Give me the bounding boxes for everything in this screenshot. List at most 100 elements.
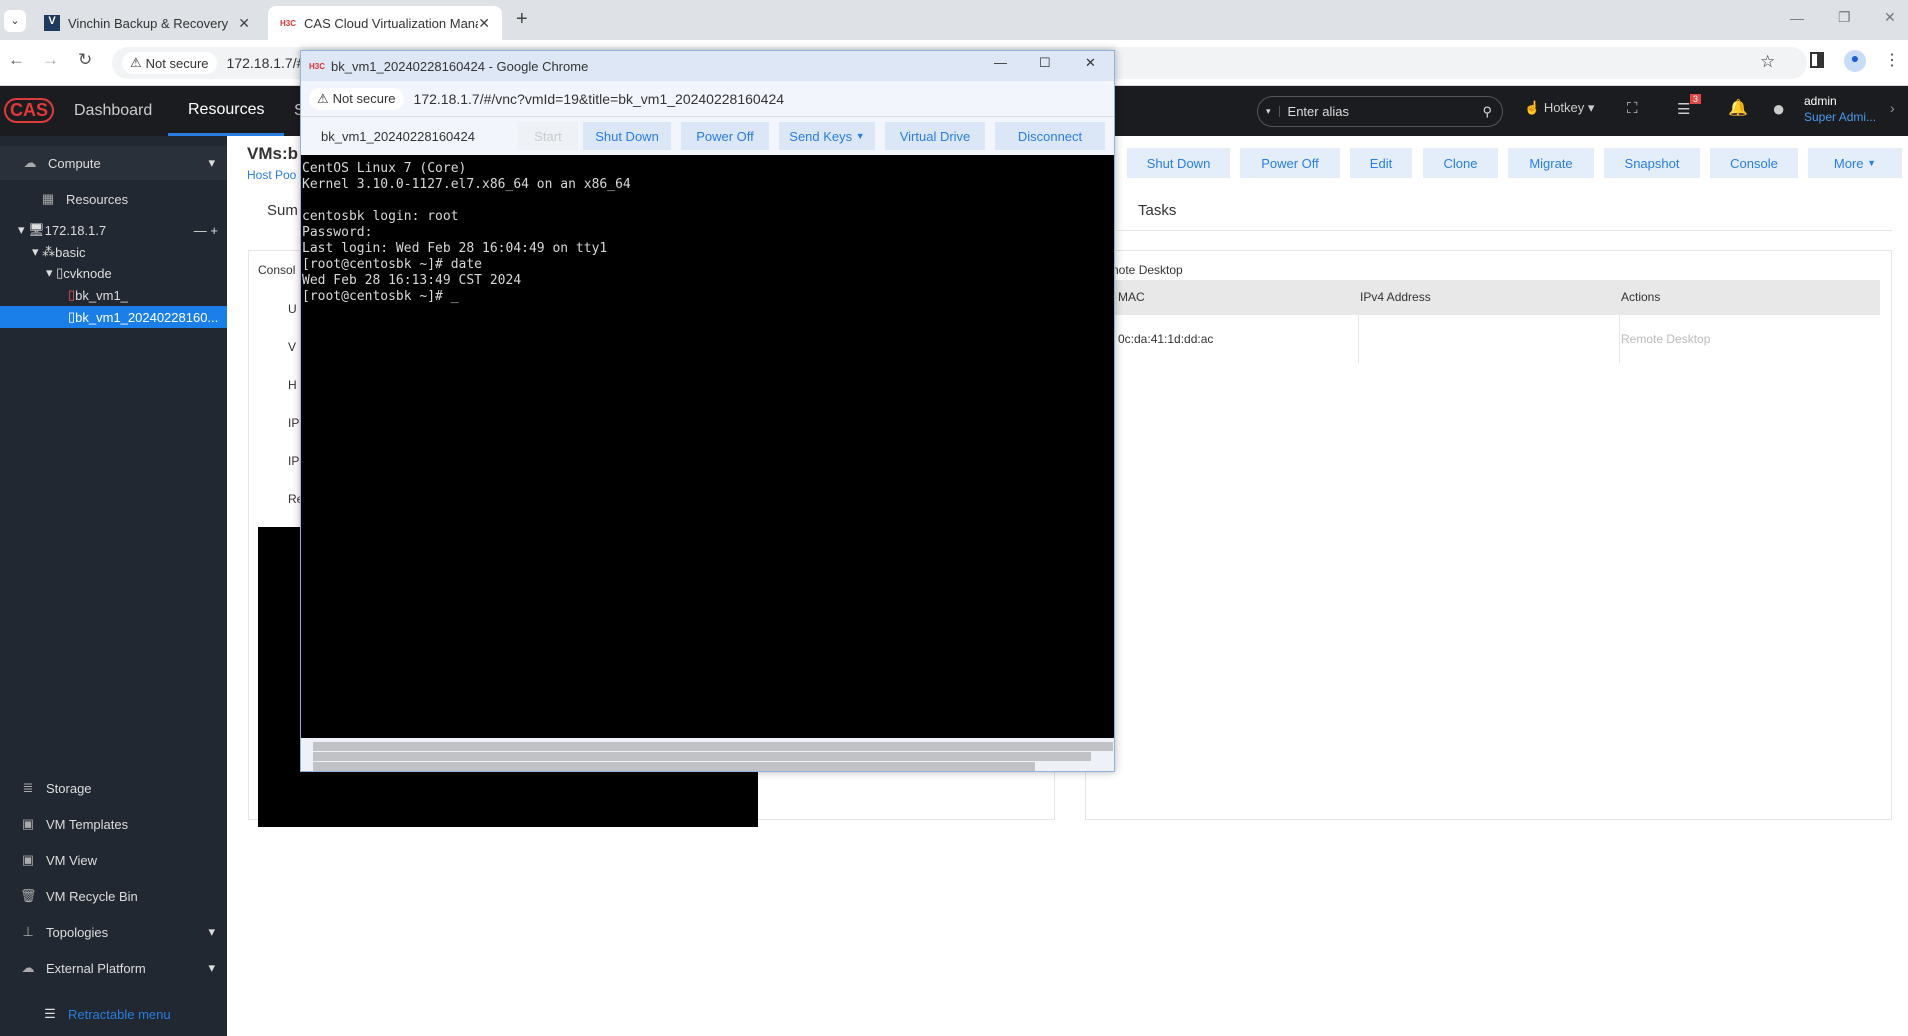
tree-vm[interactable]: ▯ bk_vm1_ [68,284,128,306]
tab-divider [1117,230,1892,231]
search-icon[interactable]: ⚲ [1482,104,1492,120]
field-label: IP [288,454,300,468]
vm-running-icon: ▯ [68,309,76,324]
server-icon: ▾ ▯ [46,265,64,280]
mac-value: 0c:da:41:1d:dd:ac [1118,332,1214,346]
scrollbar[interactable] [313,762,1035,771]
chevron-down-icon: ▾ [208,924,215,939]
new-tab-icon[interactable]: + [516,8,528,31]
minimize-icon[interactable]: — [1790,10,1804,26]
chevron-down-icon: ▼ [855,131,865,141]
url-text: 172.18.1.7/#/i [226,55,312,71]
vnc-popup-window: H3C bk_vm1_20240228160424 - Google Chrom… [300,50,1115,772]
close-window-icon[interactable]: ✕ [1884,9,1896,26]
tab-vinchin[interactable]: V Vinchin Backup & Recovery ✕ [32,6,262,40]
tree-host[interactable]: ▾ 🖥 172.18.1.7— + [18,219,218,241]
retractable-menu-button[interactable]: ☰ Retractable menu [0,997,227,1031]
scrollbar[interactable] [313,742,1113,751]
fullscreen-icon[interactable]: ⛶ [1627,100,1638,117]
more-button[interactable]: More ▼ [1808,148,1902,178]
nav-dashboard[interactable]: Dashboard [74,86,152,136]
user-avatar[interactable]: ● [1772,96,1785,122]
close-icon[interactable]: ✕ [1085,55,1096,71]
tree-node[interactable]: ▾ ▯ cvknode [46,262,112,284]
sidebar-item-storage[interactable]: ≣ Storage [0,771,227,805]
vm-stopped-icon: ▯ [68,287,76,302]
tree-cluster[interactable]: ▾ ⁂ basic [32,241,86,263]
maximize-icon[interactable]: ☐ [1039,55,1051,71]
not-secure-badge[interactable]: ⚠ Not secure [309,87,404,110]
nav-resources[interactable]: Resources [168,86,285,136]
sidebar-item-vm-templates[interactable]: ▣ VM Templates [0,807,227,841]
template-icon: ▣ [21,816,35,831]
sidebar-item-recycle-bin[interactable]: 🗑 VM Recycle Bin [0,879,227,913]
cloud-gear-icon: ☁ [21,960,35,975]
folder-icon: ▣ [21,852,35,867]
user-role: Super Admi... [1804,110,1877,124]
snapshot-button[interactable]: Snapshot [1604,148,1700,178]
tab-search-icon[interactable]: ⌄ [4,10,26,32]
virtual-drive-button[interactable]: Virtual Drive [885,122,985,150]
sidebar-item-resources[interactable]: ▦ Resources [0,182,227,216]
sidebar-item-vm-view[interactable]: ▣ VM View [0,843,227,877]
power-off-button[interactable]: Power Off [1240,148,1340,178]
search-dropdown-icon[interactable]: ▾ [1258,106,1280,117]
scrollbar[interactable] [313,752,1091,761]
tab-summary[interactable]: Sum [267,202,298,219]
bookmark-star-icon[interactable]: ☆ [1760,52,1775,72]
h3c-icon: H3C [280,18,297,28]
chevron-right-icon[interactable]: › [1890,100,1895,116]
not-secure-badge[interactable]: ⚠ Not secure [122,52,217,74]
tasks-icon[interactable]: ☰ [1677,100,1690,118]
disconnect-button[interactable]: Disconnect [995,122,1105,150]
sidebar-item-topologies[interactable]: ⊥ Topologies ▾ [0,915,227,949]
power-off-button[interactable]: Power Off [681,122,769,150]
scrollbar-area [301,738,1114,771]
popup-titlebar[interactable]: H3C bk_vm1_20240228160424 - Google Chrom… [301,51,1114,81]
send-keys-button[interactable]: Send Keys ▼ [779,122,875,150]
tree-vm-selected[interactable]: ▯ bk_vm1_20240228160... [0,306,227,328]
back-icon[interactable]: ← [8,50,25,70]
edit-button[interactable]: Edit [1350,148,1412,178]
retract-icon: ☰ [44,1006,56,1021]
menu-icon[interactable]: ⋮ [1884,50,1900,70]
console-button[interactable]: Console [1710,148,1798,178]
clone-button[interactable]: Clone [1423,148,1498,178]
cell-divider [1619,315,1620,363]
sidebar: ☁ Compute ▾ ▦ Resources ▾ 🖥 172.18.1.7— + ▾… [0,136,227,1036]
forward-icon[interactable]: → [42,50,59,70]
profile-icon[interactable]: ● [1844,50,1866,72]
sidebar-item-external-platform[interactable]: ☁ External Platform ▾ [0,951,227,985]
tab-label: CAS Cloud Virtualization Manag [304,15,479,31]
user-name[interactable]: admin [1804,94,1837,108]
shut-down-button[interactable]: Shut Down [1127,148,1230,178]
hotkey-button[interactable]: ☝ Hotkey ▾ [1524,100,1594,116]
page-title: VMs:b [247,144,298,163]
vnc-terminal[interactable]: CentOS Linux 7 (Core) Kernel 3.10.0-1127… [301,155,1114,738]
restore-icon[interactable]: ❐ [1838,9,1851,26]
tab-cas[interactable]: H3C CAS Cloud Virtualization Manag ✕ [268,6,502,40]
remote-desktop-link[interactable]: Remote Desktop [1621,332,1710,346]
side-panel-icon[interactable] [1810,52,1824,68]
close-icon[interactable]: ✕ [238,15,250,32]
migrate-button[interactable]: Migrate [1508,148,1594,178]
popup-url-text: 172.18.1.7/#/vnc?vmId=19&title=bk_vm1_20… [413,90,785,107]
h3c-icon: H3C [309,61,326,71]
popup-url-bar[interactable]: ⚠ Not secure 172.18.1.7/#/vnc?vmId=19&tit… [301,81,1114,117]
reload-icon[interactable]: ↻ [78,50,92,70]
close-icon[interactable]: ✕ [478,15,490,32]
start-button[interactable]: Start [518,122,578,150]
cloud-icon: ☁ [23,155,37,170]
bell-icon[interactable]: 🔔 [1728,98,1748,118]
breadcrumb[interactable]: Host Poo [247,168,296,182]
field-label: V [288,340,297,354]
minimize-icon[interactable]: — [994,55,1007,70]
shut-down-button[interactable]: Shut Down [583,122,671,150]
sidebar-item-compute[interactable]: ☁ Compute ▾ [0,146,227,180]
alias-search-input[interactable]: ▾ Enter alias ⚲ [1257,96,1503,127]
collapse-add-icons[interactable]: — + [194,223,218,238]
notification-badge: 3 [1690,94,1702,104]
chevron-down-icon: ▾ [208,155,215,170]
chevron-down-icon: ▾ [208,960,215,975]
tab-tasks[interactable]: Tasks [1138,202,1176,219]
